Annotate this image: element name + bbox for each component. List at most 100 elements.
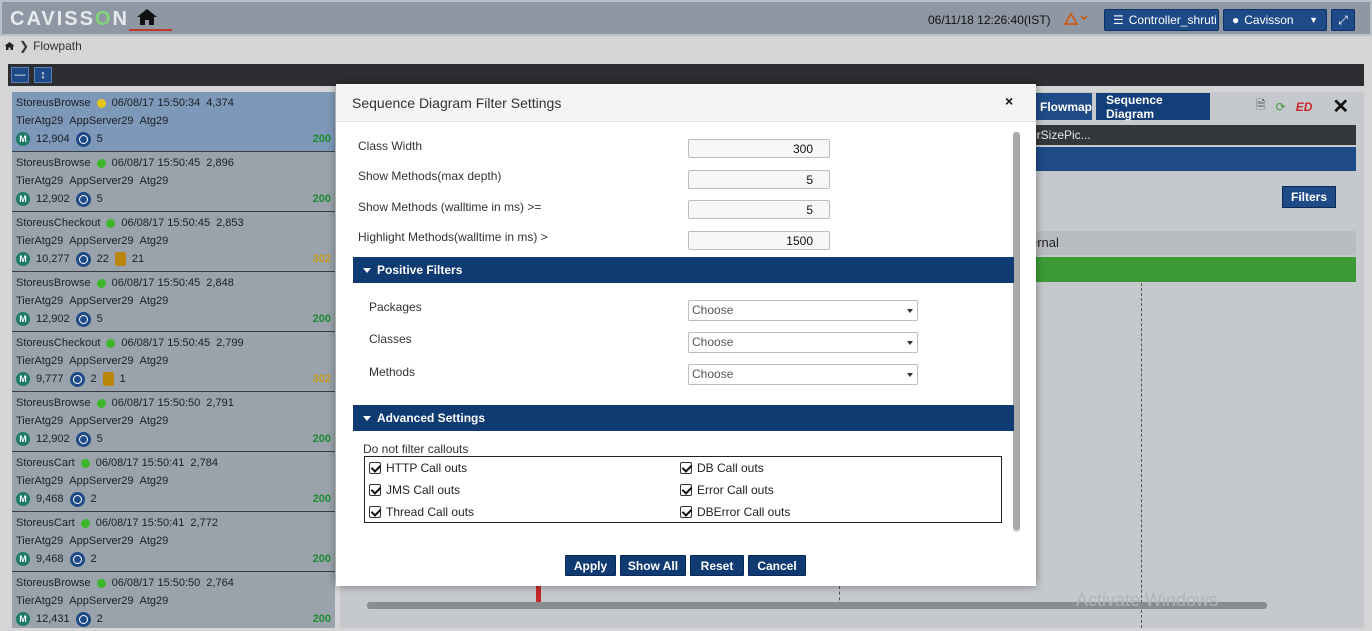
flowpath-list-item[interactable]: StoreusBrowse 06/08/17 15:50:45 2,848 TierA… xyxy=(12,272,335,332)
flowpath-time: 06/08/17 15:50:50 xyxy=(111,577,201,589)
dberror-callouts-checkbox[interactable]: DBError Call outs xyxy=(680,505,790,519)
user-label: Cavisson xyxy=(1244,13,1294,27)
current-datetime: 06/11/18 12:26:40(IST) xyxy=(928,13,1051,27)
controller-button[interactable]: ☰ Controller_shruti xyxy=(1104,9,1219,31)
reset-button[interactable]: Reset xyxy=(690,555,744,576)
status-code: 200 xyxy=(312,193,331,205)
flowpath-name: StoreusCheckout xyxy=(16,337,101,349)
app-name: Atg29 xyxy=(139,595,169,607)
jms-callouts-label: JMS Call outs xyxy=(386,483,461,497)
response-time: 2,772 xyxy=(190,517,218,529)
close-panel-icon[interactable]: ✕ xyxy=(1332,94,1349,119)
cancel-button[interactable]: Cancel xyxy=(748,555,806,576)
dialog-scrollbar-thumb[interactable] xyxy=(1013,132,1020,530)
controller-label: Controller_shruti xyxy=(1128,13,1217,27)
callout-count: 2 xyxy=(90,553,97,565)
advanced-settings-header[interactable]: Advanced Settings xyxy=(353,405,1014,431)
response-time: 2,791 xyxy=(206,397,234,409)
database-icon xyxy=(114,252,126,266)
toolbar-strip: — ↕ xyxy=(8,64,1364,86)
user-menu-button[interactable]: ● Cavisson ▼ xyxy=(1223,9,1327,31)
ed-icon[interactable]: ED xyxy=(1296,100,1313,114)
user-icon: ● xyxy=(1232,13,1240,27)
lifeline-bar xyxy=(1030,257,1356,282)
refresh-icon[interactable]: ⟳ xyxy=(1276,100,1286,114)
response-time: 2,799 xyxy=(216,337,244,349)
max-depth-input[interactable] xyxy=(688,170,830,189)
home-icon[interactable] xyxy=(136,8,158,26)
response-time: 2,896 xyxy=(206,157,234,169)
database-icon xyxy=(102,372,114,386)
status-code: 302 xyxy=(312,253,331,265)
flowpath-time: 06/08/17 15:50:41 xyxy=(95,457,185,469)
classes-select[interactable]: Choose xyxy=(688,332,918,353)
flowpath-name: StoreusCheckout xyxy=(16,217,101,229)
breadcrumb-home-icon[interactable] xyxy=(4,41,15,51)
callouts-icon xyxy=(69,371,85,387)
app-name: Atg29 xyxy=(139,175,169,187)
tier-name: TierAtg29 xyxy=(16,175,64,187)
methods-icon: M xyxy=(16,192,30,206)
packages-label: Packages xyxy=(369,300,422,314)
http-callouts-checkbox[interactable]: HTTP Call outs xyxy=(369,461,467,475)
callouts-icon xyxy=(75,431,91,447)
flowpath-list-item[interactable]: StoreusBrowse 06/08/17 15:50:50 2,791 TierA… xyxy=(12,392,335,452)
status-dot-icon xyxy=(96,578,106,588)
status-dot-icon xyxy=(96,98,106,108)
jms-callouts-checkbox[interactable]: JMS Call outs xyxy=(369,483,460,497)
thread-callouts-label: Thread Call outs xyxy=(386,505,475,519)
error-callouts-label: Error Call outs xyxy=(697,483,774,497)
status-code: 200 xyxy=(312,313,331,325)
filters-button[interactable]: Filters xyxy=(1282,186,1336,208)
error-callouts-checkbox[interactable]: Error Call outs xyxy=(680,483,774,497)
flowpath-list-item[interactable]: StoreusCart 06/08/17 15:50:41 2,784 TierAtg… xyxy=(12,452,335,512)
expand-icon[interactable]: ⤢ xyxy=(1331,9,1355,31)
positive-filters-header[interactable]: Positive Filters xyxy=(353,257,1014,283)
methods-label: Methods xyxy=(369,365,416,379)
class-width-input[interactable] xyxy=(688,139,830,158)
lifeline-header: ernal xyxy=(1030,231,1356,255)
tab-flowmap[interactable]: Flowmap xyxy=(1030,93,1092,120)
close-icon[interactable]: × xyxy=(1005,93,1013,109)
lifeline-dashed xyxy=(1141,283,1142,628)
filter-settings-dialog: Sequence Diagram Filter Settings × Class… xyxy=(336,84,1036,586)
flowpath-time: 06/08/17 15:50:41 xyxy=(95,517,185,529)
response-time: 2,764 xyxy=(206,577,234,589)
checkbox-checked-icon xyxy=(680,462,692,474)
flowpath-name: StoreusBrowse xyxy=(16,157,91,169)
dropdown-caret-icon xyxy=(907,373,913,377)
tab-sequence-diagram[interactable]: Sequence Diagram xyxy=(1096,93,1210,121)
status-dot-icon xyxy=(96,158,106,168)
top-bar: CAVISSON 06/11/18 12:26:40(IST) ☰ Contro… xyxy=(0,0,1372,36)
alert-icon[interactable] xyxy=(1063,11,1089,27)
packages-select[interactable]: Choose xyxy=(688,300,918,321)
db-callouts-label: DB Call outs xyxy=(697,461,764,475)
flowpath-time: 06/08/17 15:50:45 xyxy=(121,337,211,349)
flowpath-list-item[interactable]: StoreusBrowse 06/08/17 15:50:45 2,896 TierA… xyxy=(12,152,335,212)
collapse-icon[interactable]: — xyxy=(11,67,29,83)
methods-select[interactable]: Choose xyxy=(688,364,918,385)
thread-callouts-checkbox[interactable]: Thread Call outs xyxy=(369,505,474,519)
document-icon[interactable]: 🗎 xyxy=(1256,96,1266,117)
flowpath-list-item[interactable]: StoreusCheckout 06/08/17 15:50:45 2,853 Tie… xyxy=(12,212,335,272)
panel-actions: 🗎 ⟳ ED ✕ xyxy=(1256,94,1349,119)
callout-count: 2 xyxy=(90,493,97,505)
breadcrumb-current[interactable]: Flowpath xyxy=(33,39,82,53)
checkbox-checked-icon xyxy=(680,484,692,496)
method-count: 9,777 xyxy=(36,373,64,385)
callouts-icon xyxy=(75,611,91,627)
apply-button[interactable]: Apply xyxy=(565,555,616,576)
flowpath-time: 06/08/17 15:50:34 xyxy=(111,97,201,109)
flowpath-list-item[interactable]: StoreusBrowse 06/08/17 15:50:50 2,764 TierA… xyxy=(12,572,335,628)
response-time: 4,374 xyxy=(206,97,234,109)
flowpath-list-item[interactable]: StoreusCheckout 06/08/17 15:50:45 2,799 Tie… xyxy=(12,332,335,392)
show-all-button[interactable]: Show All xyxy=(620,555,686,576)
sort-icon[interactable]: ↕ xyxy=(34,67,52,83)
db-callouts-checkbox[interactable]: DB Call outs xyxy=(680,461,764,475)
flowpath-list-item[interactable]: StoreusCart 06/08/17 15:50:41 2,772 TierAtg… xyxy=(12,512,335,572)
flowpath-list-item[interactable]: StoreusBrowse 06/08/17 15:50:34 4,374 TierA… xyxy=(12,92,335,152)
walltime-input[interactable] xyxy=(688,200,830,219)
dberror-callouts-label: DBError Call outs xyxy=(697,505,791,519)
max-depth-label: Show Methods(max depth) xyxy=(358,169,502,183)
highlight-input[interactable] xyxy=(688,231,830,250)
